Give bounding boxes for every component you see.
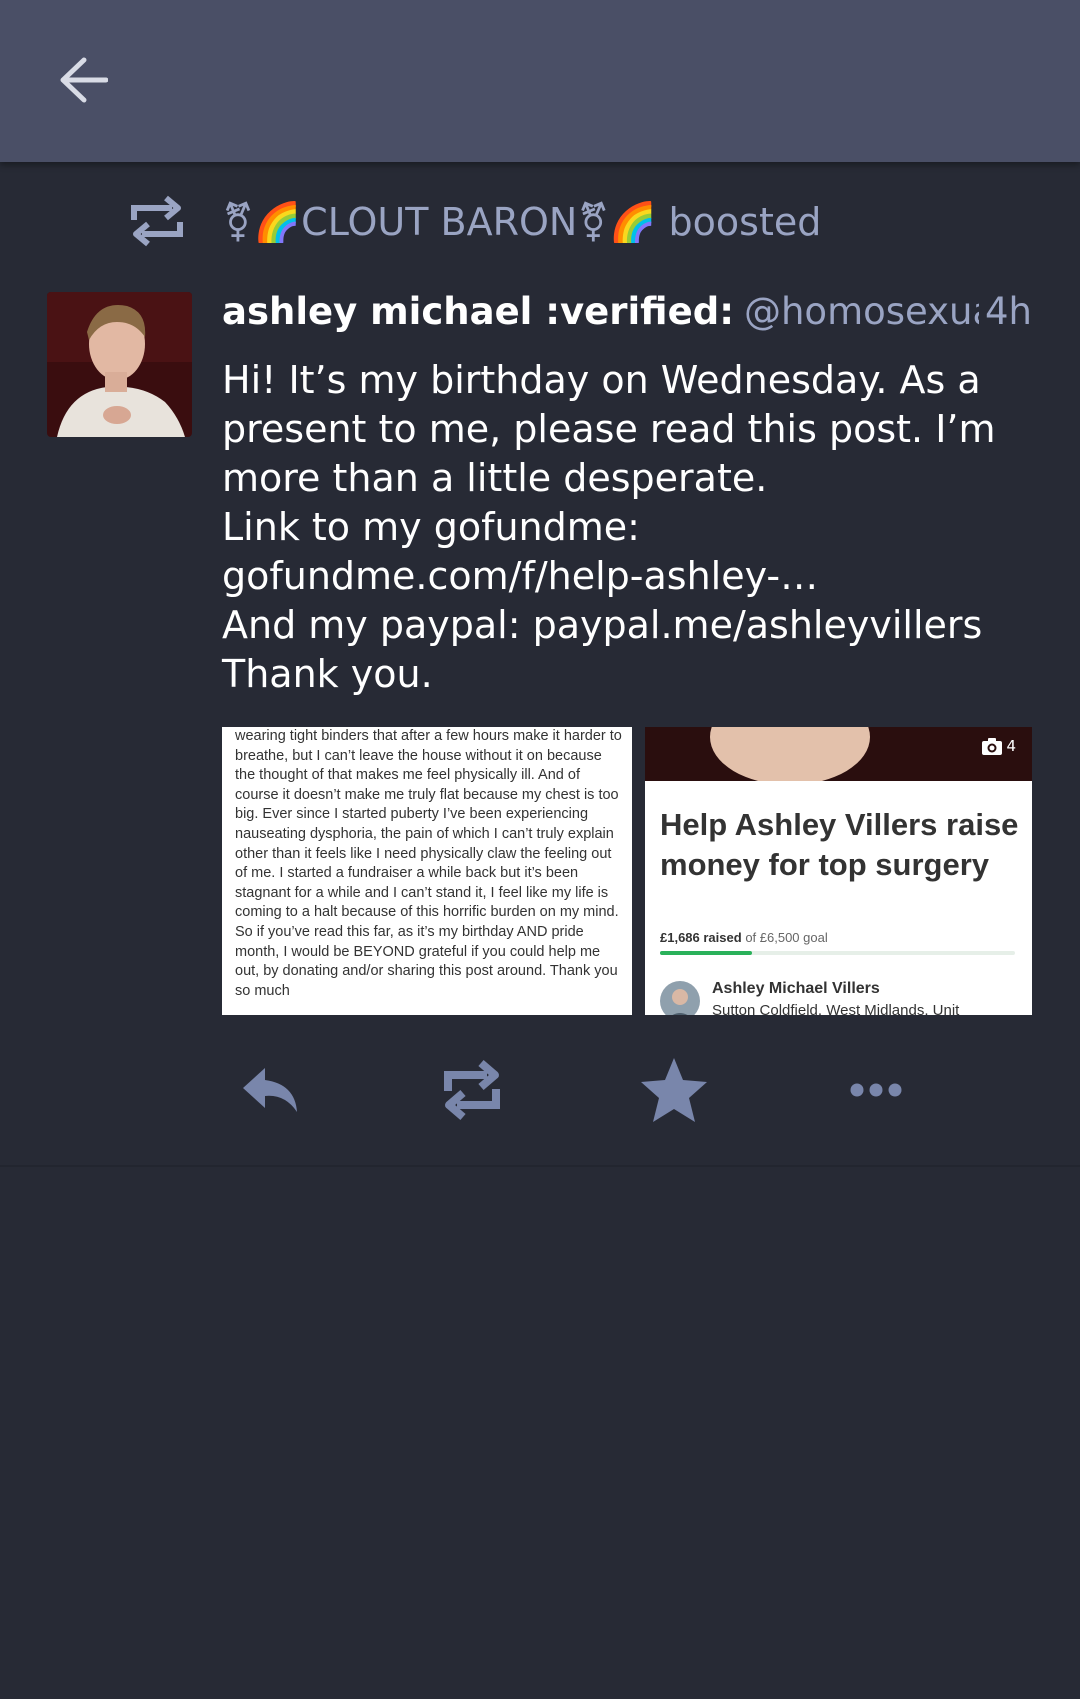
photo-count-badge: 4	[982, 737, 1016, 755]
reply-icon	[243, 1068, 297, 1112]
post-timestamp[interactable]: 4h	[979, 290, 1032, 333]
paypal-link[interactable]: paypal.me/ashleyvillers	[533, 603, 983, 647]
amount-goal: of £6,500 goal	[745, 930, 828, 945]
screenshot-text: wearing tight binders that after a few h…	[235, 728, 622, 999]
media-attachment-fundraiser[interactable]: 4 Help Ashley Villers raise money for to…	[645, 727, 1032, 1015]
fundraiser-amount: £1,686 raised of £6,500 goal	[660, 930, 828, 945]
favourite-button[interactable]	[634, 1050, 714, 1130]
organizer-name: Ashley Michael Villers	[712, 980, 880, 997]
more-horizontal-icon	[850, 1083, 902, 1097]
fundraiser-progress-fill	[660, 951, 753, 955]
amount-raised: £1,686 raised	[660, 930, 742, 945]
gofundme-link[interactable]: gofundme.com/f/help-ashley-…	[222, 554, 818, 598]
post-action-bar	[0, 1050, 1080, 1140]
display-name[interactable]: ashley michael :verified:	[222, 290, 734, 333]
post-text-closing: Thank you.	[222, 652, 433, 696]
gofundme-prefix: Link to my gofundme:	[222, 505, 640, 549]
media-attachment-text-screenshot[interactable]: wearing tight binders that after a few h…	[222, 727, 632, 1015]
paypal-line: And my paypal: paypal.me/ashleyvillers	[222, 601, 1042, 650]
more-options-button[interactable]	[836, 1050, 916, 1130]
boost-icon	[444, 1059, 500, 1121]
boost-button[interactable]	[432, 1050, 512, 1130]
fundraiser-title: Help Ashley Villers raise money for top …	[660, 807, 1019, 882]
avatar[interactable]	[47, 292, 192, 437]
paypal-prefix: And my paypal:	[222, 603, 533, 647]
avatar-photo	[47, 292, 192, 437]
post-content: Hi! It’s my birthday on Wednesday. As a …	[222, 356, 1042, 699]
camera-icon	[982, 737, 1003, 755]
photo-count: 4	[1006, 737, 1016, 755]
boosted-by-text[interactable]: ⚧🌈CLOUT BARON⚧🌈 boosted	[222, 200, 821, 245]
post-header: ashley michael :verified: @homosexua…	[222, 290, 1032, 340]
organizer-location: Sutton Coldfield, West Midlands, Unit	[712, 1002, 960, 1015]
top-app-bar	[0, 0, 1080, 162]
fundraiser-photo	[645, 727, 1032, 785]
post-text-intro: Hi! It’s my birthday on Wednesday. As a …	[222, 358, 996, 500]
fundraiser-progress-bar	[660, 951, 1015, 955]
back-button[interactable]	[50, 52, 116, 108]
boost-icon	[131, 195, 183, 247]
star-icon	[641, 1058, 707, 1122]
boost-indicator: ⚧🌈CLOUT BARON⚧🌈 boosted	[0, 186, 1080, 266]
reply-button[interactable]	[230, 1050, 310, 1130]
organizer-avatar	[660, 981, 700, 1015]
arrow-left-icon	[60, 57, 108, 103]
gofundme-line: Link to my gofundme: gofundme.com/f/help…	[222, 503, 1042, 601]
divider	[0, 1165, 1080, 1167]
